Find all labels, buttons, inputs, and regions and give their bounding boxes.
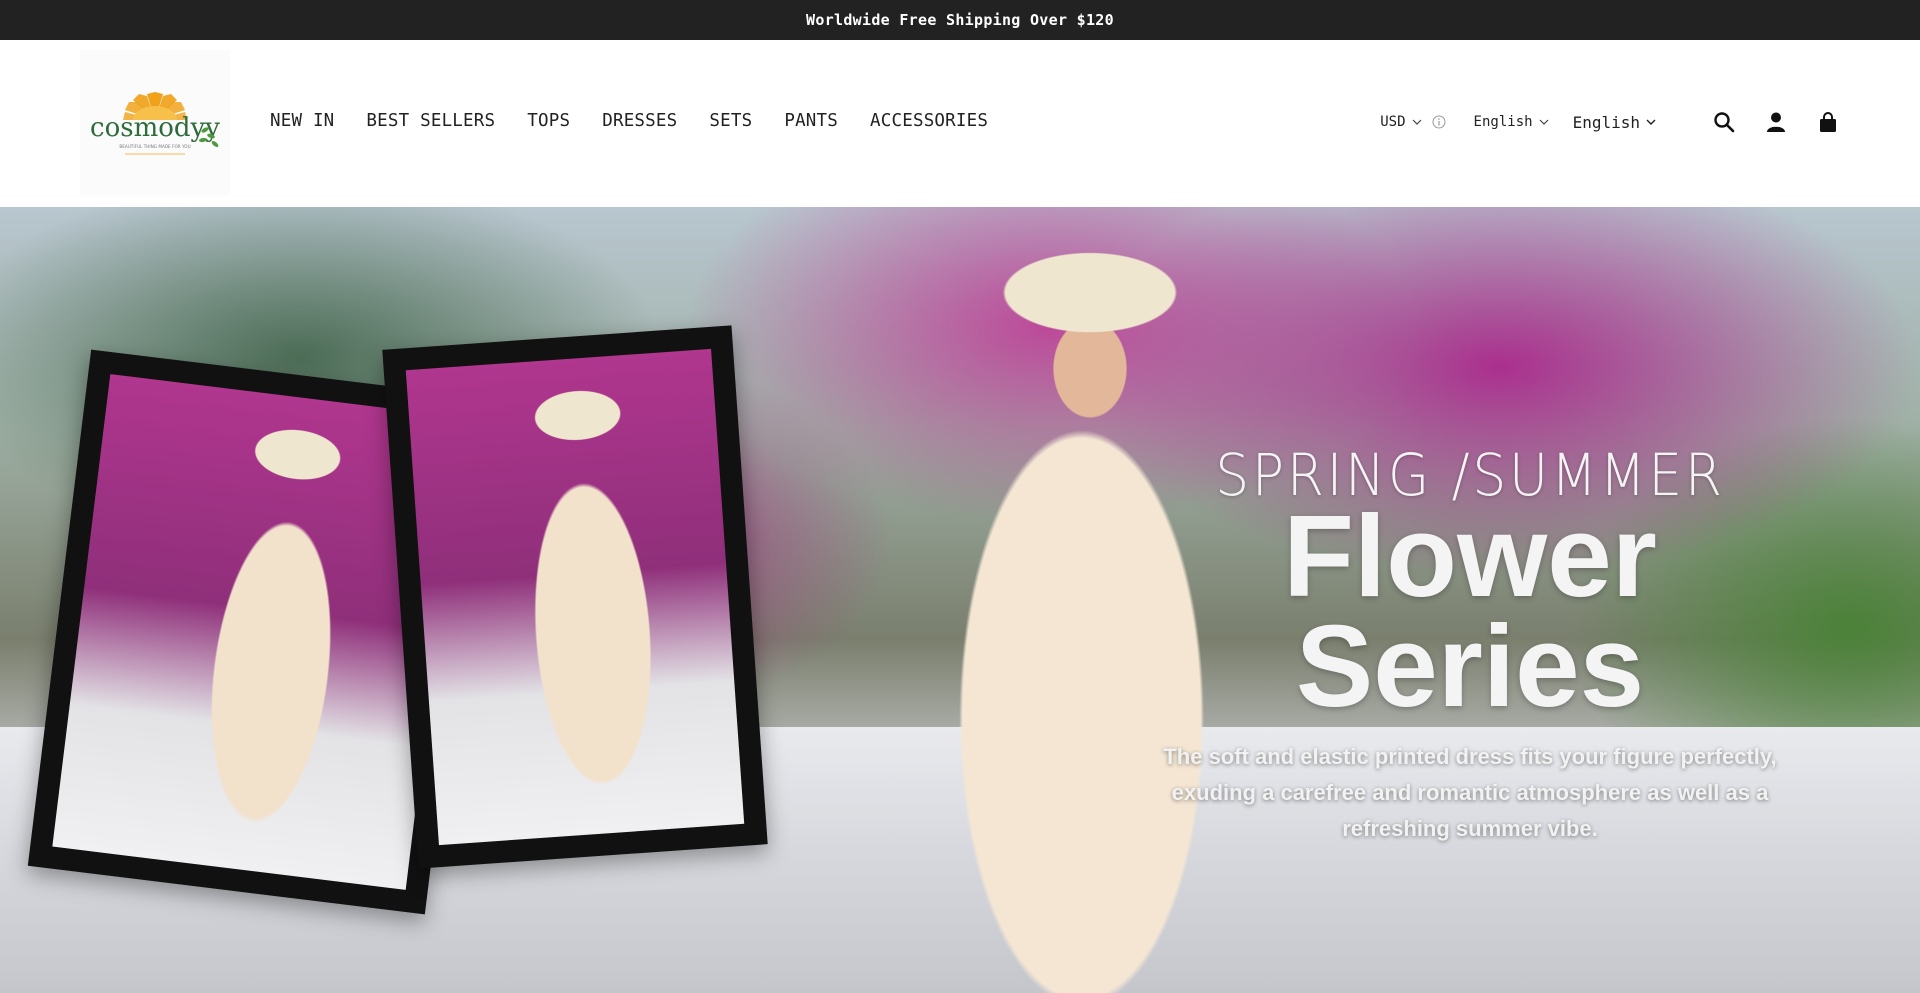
main-nav: NEW IN BEST SELLERS TOPS DRESSES SETS PA… <box>270 40 988 202</box>
svg-text:BEAUTIFUL THING MADE FOR YOU: BEAUTIFUL THING MADE FOR YOU <box>119 144 190 149</box>
language-selector-secondary[interactable]: English <box>1573 113 1656 132</box>
site-header: cosmodyy BEAUTIFUL THING MADE FOR YOU NE… <box>0 40 1920 207</box>
announcement-text: Worldwide Free Shipping Over $120 <box>806 11 1114 29</box>
currency-selector[interactable]: USD <box>1380 114 1421 130</box>
nav-item-accessories[interactable]: ACCESSORIES <box>870 111 988 131</box>
hero-photo-frame-middle <box>382 325 768 869</box>
search-icon <box>1714 112 1735 133</box>
info-icon[interactable] <box>1432 115 1446 129</box>
nav-item-tops[interactable]: TOPS <box>527 111 570 131</box>
chevron-down-icon <box>1539 119 1548 125</box>
account-icon <box>1767 112 1785 132</box>
language-selector-primary[interactable]: English <box>1474 114 1549 130</box>
nav-item-dresses[interactable]: DRESSES <box>602 111 677 131</box>
hero-text-block: SPRING /SUMMER Flower Series The soft an… <box>1120 445 1820 847</box>
hero-kicker: SPRING /SUMMER <box>1215 441 1725 509</box>
nav-item-best-sellers[interactable]: BEST SELLERS <box>366 111 495 131</box>
cart-button[interactable] <box>1816 110 1840 134</box>
account-button[interactable] <box>1764 110 1788 134</box>
hero-description: The soft and elastic printed dress fits … <box>1163 744 1777 841</box>
header-utilities: USD English English <box>1380 40 1840 204</box>
brand-logo[interactable]: cosmodyy BEAUTIFUL THING MADE FOR YOU <box>80 50 230 195</box>
chevron-down-icon <box>1412 119 1421 125</box>
language-label-secondary: English <box>1572 112 1640 132</box>
language-label-primary: English <box>1473 114 1533 130</box>
nav-item-new-in[interactable]: NEW IN <box>270 111 334 131</box>
logo-mark: cosmodyy BEAUTIFUL THING MADE FOR YOU <box>90 91 220 154</box>
chevron-down-icon <box>1646 119 1656 125</box>
currency-label: USD <box>1380 114 1406 130</box>
nav-item-pants[interactable]: PANTS <box>784 111 838 131</box>
search-button[interactable] <box>1712 110 1736 134</box>
nav-item-sets[interactable]: SETS <box>709 111 752 131</box>
announcement-bar: Worldwide Free Shipping Over $120 <box>0 0 1920 40</box>
hero-banner[interactable]: SPRING /SUMMER Flower Series The soft an… <box>0 207 1920 993</box>
cart-icon <box>1820 112 1836 132</box>
hero-title: Flower Series <box>1283 491 1657 731</box>
svg-text:cosmodyy: cosmodyy <box>90 113 220 143</box>
